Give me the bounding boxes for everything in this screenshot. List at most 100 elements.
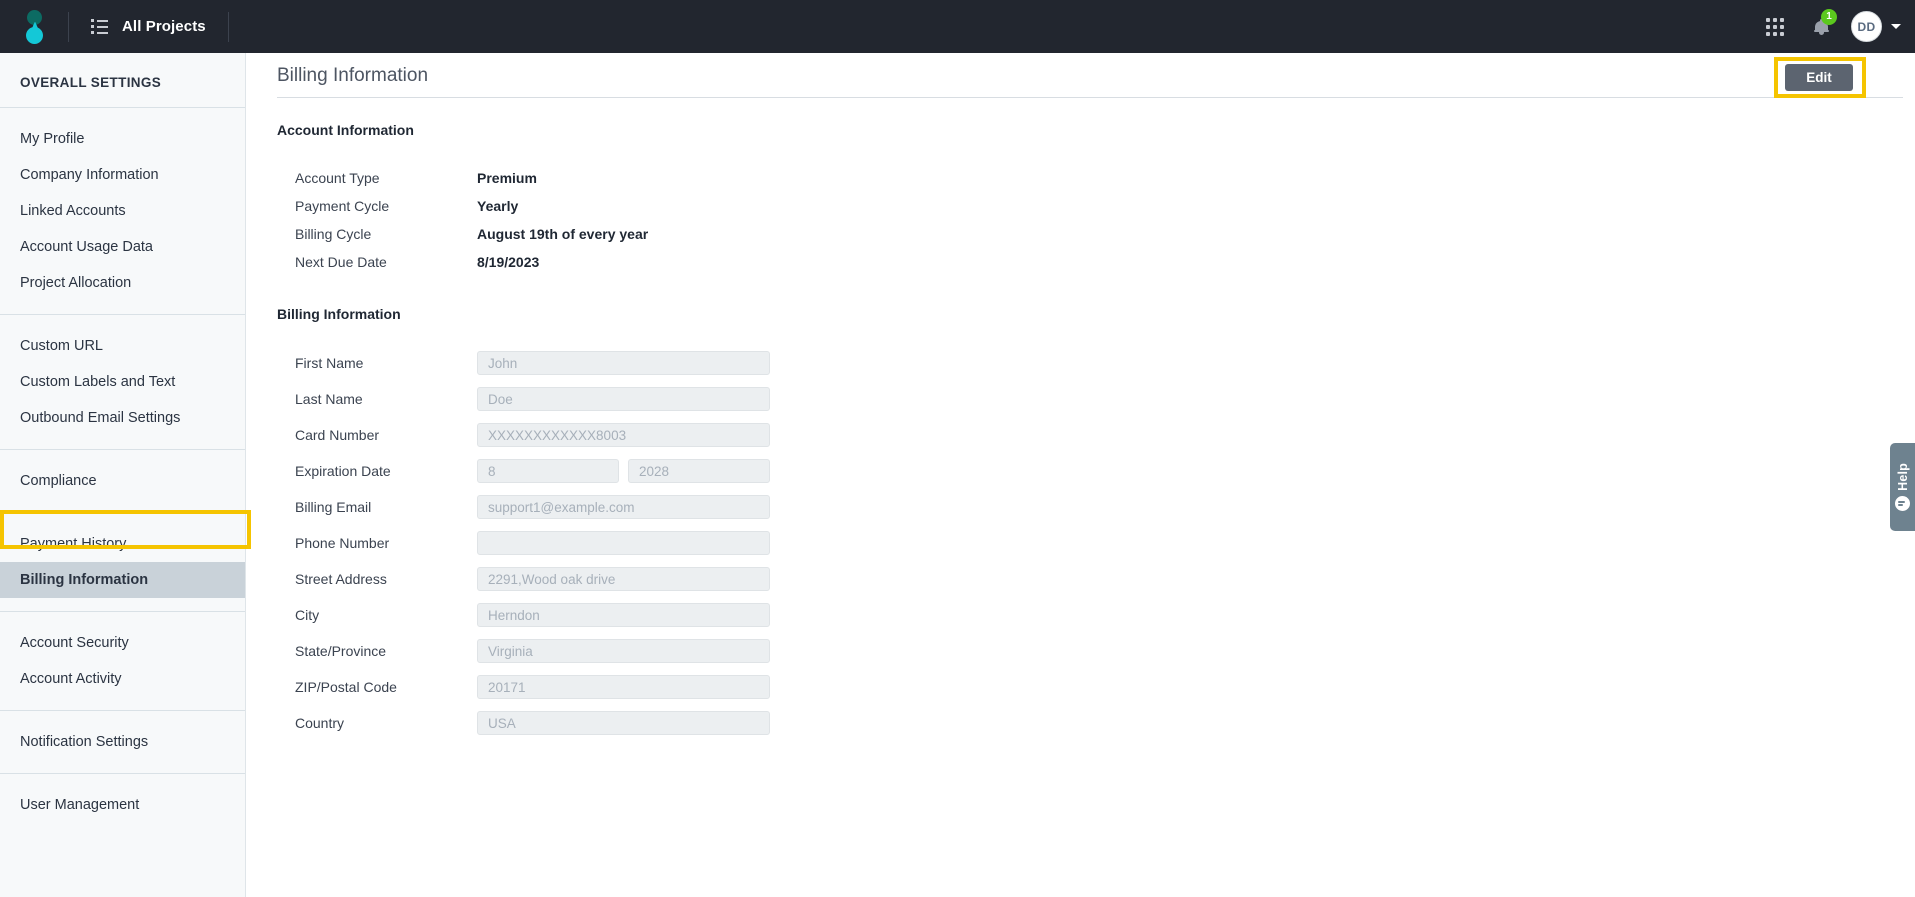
sidebar-item-linked-accounts[interactable]: Linked Accounts (0, 193, 245, 229)
billing-email-input[interactable]: support1@example.com (477, 495, 770, 519)
help-label: Help (1895, 462, 1910, 491)
sidebar-item-label: Company Information (20, 167, 159, 183)
form-label: Street Address (295, 571, 387, 587)
form-label: State/Province (295, 643, 387, 659)
sidebar-item-company-information[interactable]: Company Information (0, 157, 245, 193)
sidebar-item-custom-labels-and-text[interactable]: Custom Labels and Text (0, 364, 245, 400)
last-name-input[interactable]: Doe (477, 387, 770, 411)
sidebar-item-payment-history[interactable]: Payment History (0, 526, 245, 562)
logo-drop-top (27, 9, 42, 25)
topbar-actions: 1 DD (1753, 0, 1915, 53)
app-logo-mark (21, 8, 47, 46)
form-row-card-number: Card Number XXXXXXXXXXXX8003 (277, 420, 1915, 450)
expiration-year-input[interactable]: 2028 (628, 459, 770, 483)
chat-bubble-icon (1895, 496, 1910, 512)
sidebar-item-account-activity[interactable]: Account Activity (0, 661, 245, 697)
sidebar-group-notifications: Notification Settings (0, 711, 245, 773)
sidebar-group-overall: My Profile Company Information Linked Ac… (0, 108, 245, 314)
form-label: ZIP/Postal Code (295, 679, 397, 695)
sidebar-item-label: User Management (20, 797, 140, 813)
zip-postal-code-input[interactable]: 20171 (477, 675, 770, 699)
phone-number-input[interactable] (477, 531, 770, 555)
topbar-divider-right (227, 11, 229, 42)
form-row-city: City Herndon (277, 600, 1915, 630)
form-label: Country (295, 715, 345, 731)
form-row-country: Country USA (277, 708, 1915, 738)
sidebar-group-compliance: Compliance (0, 450, 245, 512)
form-label: Card Number (295, 427, 380, 443)
form-row-last-name: Last Name Doe (277, 384, 1915, 414)
sidebar-item-label: Outbound Email Settings (20, 410, 181, 426)
sidebar-item-label: Project Allocation (20, 275, 132, 291)
sidebar-group-customization: Custom URL Custom Labels and Text Outbou… (0, 315, 245, 449)
sidebar-item-outbound-email-settings[interactable]: Outbound Email Settings (0, 400, 245, 436)
page-header: Billing Information Edit (247, 53, 1915, 98)
form-label: Expiration Date (295, 463, 391, 479)
form-row-expiration-date: Expiration Date 8 2028 (277, 456, 1915, 486)
sidebar-item-custom-url[interactable]: Custom URL (0, 328, 245, 364)
form-row-first-name: First Name John (277, 348, 1915, 378)
main-content: Billing Information Edit Account Informa… (247, 53, 1915, 897)
notifications-button[interactable]: 1 (1797, 0, 1845, 53)
form-label: First Name (295, 355, 364, 371)
sidebar-group-billing: Payment History Billing Information (0, 513, 245, 611)
expiration-month-input[interactable]: 8 (477, 459, 619, 483)
info-row-payment-cycle: Payment Cycle Yearly (277, 192, 1915, 220)
info-row-next-due-date: Next Due Date 8/19/2023 (277, 248, 1915, 276)
account-information-title: Account Information (277, 122, 414, 138)
sidebar-item-label: Custom URL (20, 338, 103, 354)
all-projects-menu[interactable]: All Projects (69, 0, 228, 53)
apps-grid-icon[interactable] (1753, 0, 1797, 53)
form-label: Phone Number (295, 535, 390, 551)
sidebar-item-project-allocation[interactable]: Project Allocation (0, 265, 245, 301)
sidebar-group-users: User Management (0, 774, 245, 836)
sidebar-item-label: My Profile (20, 131, 85, 147)
info-label: Payment Cycle (295, 198, 390, 214)
info-value: Premium (477, 170, 537, 186)
street-address-input[interactable]: 2291,Wood oak drive (477, 567, 770, 591)
avatar: DD (1851, 11, 1882, 42)
form-label: Last Name (295, 391, 363, 407)
form-row-zip-postal-code: ZIP/Postal Code 20171 (277, 672, 1915, 702)
help-tab[interactable]: Help (1890, 443, 1915, 531)
info-label: Account Type (295, 170, 380, 186)
info-value: 8/19/2023 (477, 254, 540, 270)
info-label: Billing Cycle (295, 226, 372, 242)
sidebar-item-label: Account Security (20, 635, 129, 651)
sidebar-item-label: Billing Information (20, 572, 149, 588)
state-province-input[interactable]: Virginia (477, 639, 770, 663)
info-value: August 19th of every year (477, 226, 649, 242)
sidebar-item-notification-settings[interactable]: Notification Settings (0, 724, 245, 760)
form-row-state-province: State/Province Virginia (277, 636, 1915, 666)
sidebar-item-label: Linked Accounts (20, 203, 126, 219)
billing-information-section: Billing Information First Name John Last… (247, 276, 1915, 738)
sidebar-item-label: Custom Labels and Text (20, 374, 176, 390)
country-input[interactable]: USA (477, 711, 770, 735)
sidebar-heading: OVERALL SETTINGS (20, 75, 162, 90)
info-row-billing-cycle: Billing Cycle August 19th of every year (277, 220, 1915, 248)
form-label: City (295, 607, 320, 623)
sidebar-item-label: Account Activity (20, 671, 122, 687)
sidebar-item-compliance[interactable]: Compliance (0, 463, 245, 499)
card-number-input[interactable]: XXXXXXXXXXXX8003 (477, 423, 770, 447)
sidebar-item-label: Account Usage Data (20, 239, 153, 255)
info-value: Yearly (477, 198, 519, 214)
sidebar-item-user-management[interactable]: User Management (0, 787, 245, 823)
account-information-section: Account Information Account Type Premium… (247, 98, 1915, 276)
first-name-input[interactable]: John (477, 351, 770, 375)
logo-drop-bottom (26, 26, 43, 44)
sidebar-item-my-profile[interactable]: My Profile (0, 121, 245, 157)
edit-button[interactable]: Edit (1785, 64, 1853, 91)
sidebar-item-account-usage-data[interactable]: Account Usage Data (0, 229, 245, 265)
sidebar-item-billing-information[interactable]: Billing Information (0, 562, 245, 598)
app-logo[interactable] (0, 0, 68, 53)
sidebar-item-account-security[interactable]: Account Security (0, 625, 245, 661)
header-divider (277, 97, 1903, 98)
form-row-phone-number: Phone Number (277, 528, 1915, 558)
city-input[interactable]: Herndon (477, 603, 770, 627)
form-label: Billing Email (295, 499, 372, 515)
user-menu[interactable]: DD (1845, 11, 1901, 42)
form-row-street-address: Street Address 2291,Wood oak drive (277, 564, 1915, 594)
sidebar-item-label: Compliance (20, 473, 97, 489)
form-row-billing-email: Billing Email support1@example.com (277, 492, 1915, 522)
